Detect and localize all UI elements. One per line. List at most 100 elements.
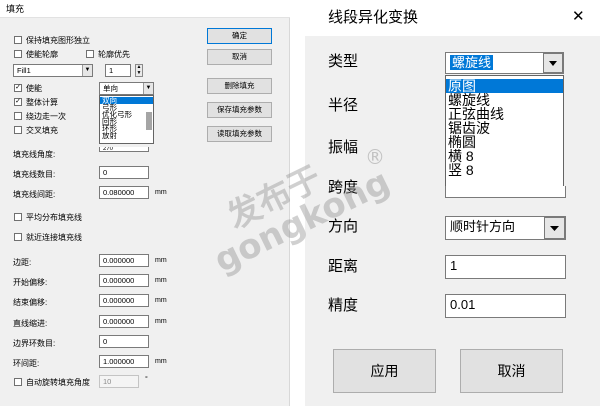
fill-dialog-title: 填充	[0, 0, 290, 18]
precision-label: 精度	[328, 297, 359, 314]
chevron-down-icon[interactable]: ▼	[143, 83, 153, 94]
line-shrink-value: 0.000000	[103, 317, 135, 326]
cancel-button[interactable]: 取消	[207, 49, 272, 65]
enable-contour-checkbox[interactable]	[14, 50, 22, 58]
type-option[interactable]: 横 8	[446, 149, 563, 163]
cross-fill-checkbox[interactable]	[14, 126, 22, 134]
save-params-button[interactable]: 保存填充参数	[207, 102, 272, 118]
type-label: 类型	[328, 53, 359, 70]
type-dropdown-list: 原图 螺旋线 正弦曲线 锯齿波 椭圆 横 8 竖 8	[445, 75, 564, 188]
apply-button[interactable]: 应用	[333, 349, 436, 393]
even-distribute-checkbox[interactable]	[14, 213, 22, 221]
ring-spacing-input[interactable]: 1.000000	[99, 355, 149, 368]
count-label: 填充线数目:	[13, 170, 56, 179]
start-offset-unit: mm	[155, 277, 167, 284]
enable-label: 使能	[26, 84, 42, 93]
mode-option[interactable]: 双向	[100, 97, 153, 104]
cross-fill-label: 交叉填充	[26, 126, 58, 135]
fill-index-spinner[interactable]: 1	[105, 64, 131, 77]
rotate-angle-input[interactable]: 10	[99, 375, 139, 388]
keep-independent-label: 保持填充图形独立	[26, 36, 90, 45]
precision-value: 0.01	[450, 297, 476, 312]
whole-calc-checkbox[interactable]: ✓	[14, 98, 22, 106]
delete-fill-button[interactable]: 删除填充	[207, 78, 272, 94]
ring-spacing-unit: mm	[155, 358, 167, 365]
dropdown-scrollbar[interactable]	[146, 112, 152, 130]
end-offset-unit: mm	[155, 297, 167, 304]
enable-contour-label: 使能轮廓	[26, 50, 58, 59]
contour-first-checkbox[interactable]	[86, 50, 94, 58]
type-option[interactable]: 锯齿波	[446, 121, 563, 135]
line-shrink-label: 直线缩进:	[13, 319, 48, 328]
ring-spacing-value: 1.000000	[103, 357, 135, 366]
spacing-value: 0.080000	[103, 188, 135, 197]
edge-once-checkbox[interactable]	[14, 112, 22, 120]
whole-calc-label: 整体计算	[26, 98, 58, 107]
line-shrink-unit: mm	[155, 318, 167, 325]
fill-mode-value: 单向	[103, 84, 118, 93]
margin-label: 边距:	[13, 258, 32, 267]
direction-select-value: 顺时针方向	[450, 219, 516, 234]
angle-value: 270	[103, 147, 114, 152]
type-option[interactable]: 椭圆	[446, 135, 563, 149]
distance-value: 1	[450, 258, 458, 273]
rotate-angle-unit: °	[145, 376, 148, 383]
spacing-label: 填充线间距:	[13, 190, 56, 199]
type-option[interactable]: 正弦曲线	[446, 107, 563, 121]
fill-mode-dropdown-list: 双向 弓形 优化弓形 回形 环形 放射	[99, 95, 154, 144]
angle-label: 填充线角度:	[13, 150, 56, 159]
angle-input[interactable]: 270	[99, 147, 149, 152]
end-offset-value: 0.000000	[103, 296, 135, 305]
even-distribute-label: 平均分布填充线	[26, 213, 82, 222]
spinner-arrows[interactable]: ▲ ▼	[135, 64, 143, 77]
auto-rotate-label: 自动旋转填充角度	[26, 378, 90, 387]
border-rings-value: 0	[103, 337, 108, 346]
spacing-input[interactable]: 0.080000	[99, 186, 149, 199]
span-input[interactable]	[445, 186, 566, 198]
distance-input[interactable]: 1	[445, 255, 566, 279]
keep-independent-checkbox[interactable]	[14, 36, 22, 44]
type-chevron-down-icon[interactable]	[543, 53, 563, 73]
end-offset-label: 结束偏移:	[13, 298, 48, 307]
fill-select[interactable]: Fill1	[13, 64, 93, 77]
read-params-button[interactable]: 读取填充参数	[207, 126, 272, 142]
type-option[interactable]: 原图	[446, 79, 563, 93]
line-shrink-input[interactable]: 0.000000	[99, 315, 149, 328]
count-input[interactable]: 0	[99, 166, 149, 179]
start-offset-label: 开始偏移:	[13, 278, 48, 287]
spacing-unit: mm	[155, 189, 167, 196]
auto-rotate-checkbox[interactable]	[14, 378, 22, 386]
type-option[interactable]: 螺旋线	[446, 93, 563, 107]
mode-option[interactable]: 弓形	[100, 104, 153, 111]
start-offset-input[interactable]: 0.000000	[99, 274, 149, 287]
border-rings-label: 边界环数目:	[13, 339, 56, 348]
fill-index-value: 1	[109, 66, 114, 75]
start-offset-value: 0.000000	[103, 276, 135, 285]
margin-input[interactable]: 0.000000	[99, 254, 149, 267]
dialog-title: 线段异化变换	[328, 9, 419, 26]
type-option[interactable]: 竖 8	[446, 163, 563, 177]
nearby-connect-label: 就近连接填充线	[26, 233, 82, 242]
enable-checkbox[interactable]: ✓	[14, 84, 22, 92]
direction-chevron-down-icon[interactable]	[544, 217, 565, 239]
distance-label: 距离	[328, 258, 359, 275]
end-offset-input[interactable]: 0.000000	[99, 294, 149, 307]
radius-label: 半径	[328, 97, 359, 114]
ring-spacing-label: 环间距:	[13, 359, 40, 368]
chevron-down-icon[interactable]: ▼	[82, 65, 92, 76]
close-icon[interactable]: ✕	[572, 7, 585, 27]
rotate-angle-value: 10	[103, 377, 112, 386]
mode-option[interactable]: 放射	[100, 132, 153, 139]
count-value: 0	[103, 168, 108, 177]
margin-value: 0.000000	[103, 256, 135, 265]
border-rings-input[interactable]: 0	[99, 335, 149, 348]
precision-input[interactable]: 0.01	[445, 294, 566, 318]
fill-select-value: Fill1	[17, 66, 31, 75]
nearby-connect-checkbox[interactable]	[14, 233, 22, 241]
contour-first-label: 轮廓优先	[98, 50, 130, 59]
cancel-button[interactable]: 取消	[460, 349, 563, 393]
ok-button[interactable]: 确定	[207, 28, 272, 44]
type-select-value: 螺旋线	[450, 55, 494, 70]
margin-unit: mm	[155, 257, 167, 264]
edge-once-label: 绕边走一次	[26, 112, 66, 121]
